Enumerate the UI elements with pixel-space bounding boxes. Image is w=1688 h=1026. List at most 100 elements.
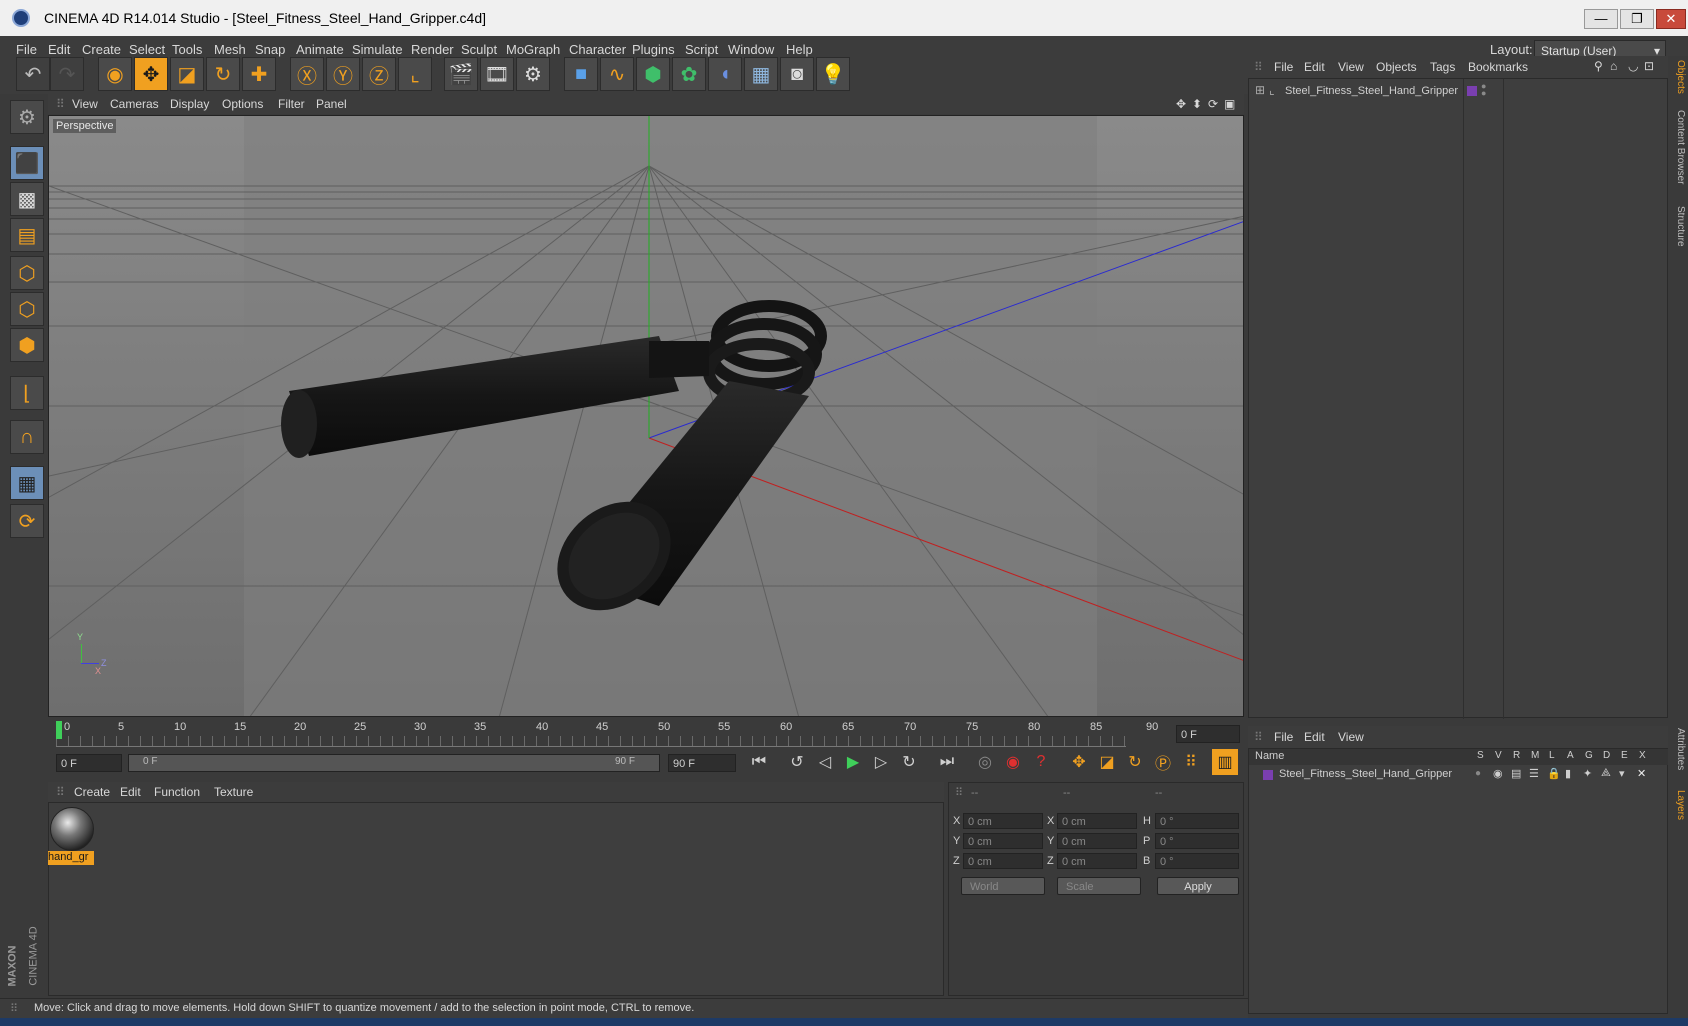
- viewport-menu-panel[interactable]: Panel: [316, 97, 347, 111]
- menu-edit[interactable]: Edit: [48, 42, 70, 57]
- viewport-rotate-icon[interactable]: ⟳: [1208, 97, 1218, 111]
- lock-icon[interactable]: 🔒: [1547, 767, 1561, 780]
- key-scale-icon[interactable]: ◪: [1094, 749, 1120, 775]
- workplane-lock-icon[interactable]: ▦: [10, 466, 44, 500]
- objects-menu-tags[interactable]: Tags: [1430, 60, 1455, 74]
- material-name-label[interactable]: hand_gr: [48, 851, 94, 865]
- objects-menu-file[interactable]: File: [1274, 60, 1293, 74]
- menu-window[interactable]: Window: [728, 42, 774, 57]
- menu-tools[interactable]: Tools: [172, 42, 202, 57]
- generator-toggle-icon[interactable]: ✦: [1583, 767, 1592, 780]
- layers-menu-view[interactable]: View: [1338, 730, 1364, 744]
- layer-row[interactable]: Steel_Fitness_Steel_Hand_Gripper ● ◉ ▤ ☰…: [1249, 767, 1669, 783]
- x-axis-lock-icon[interactable]: Ⓧ: [290, 57, 324, 91]
- snap-magnet-icon[interactable]: ∩: [10, 420, 44, 454]
- menu-animate[interactable]: Animate: [296, 42, 344, 57]
- frame-range-slider[interactable]: 0 F 90 F: [128, 754, 660, 772]
- menu-plugins[interactable]: Plugins: [632, 42, 675, 57]
- tab-structure[interactable]: Structure: [1670, 206, 1686, 247]
- menu-snap[interactable]: Snap: [255, 42, 285, 57]
- coordinate-mode-select[interactable]: World: [961, 877, 1045, 895]
- home-icon[interactable]: ⌂: [1610, 59, 1617, 73]
- expand-icon[interactable]: ⊞: [1255, 83, 1265, 97]
- solo-toggle-icon[interactable]: ●: [1475, 768, 1481, 779]
- material-menu-texture[interactable]: Texture: [214, 785, 253, 799]
- menu-sculpt[interactable]: Sculpt: [461, 42, 497, 57]
- live-selection-icon[interactable]: ◉: [98, 57, 132, 91]
- play-icon[interactable]: ▶: [840, 749, 866, 775]
- pos-y-field[interactable]: 0 cm: [963, 833, 1043, 849]
- rot-h-field[interactable]: 0 °: [1155, 813, 1239, 829]
- material-preview-ball[interactable]: [50, 807, 94, 851]
- next-keyframe-icon[interactable]: ↻: [896, 749, 922, 775]
- minimize-button[interactable]: —: [1584, 9, 1618, 29]
- menu-mograph[interactable]: MoGraph: [506, 42, 560, 57]
- rot-p-field[interactable]: 0 °: [1155, 833, 1239, 849]
- layer-color-swatch[interactable]: [1263, 770, 1273, 780]
- rot-b-field[interactable]: 0 °: [1155, 853, 1239, 869]
- layer-name[interactable]: Steel_Fitness_Steel_Hand_Gripper: [1279, 768, 1452, 780]
- visibility-dots-icon[interactable]: ● ●: [1481, 82, 1486, 98]
- record-keys-icon[interactable]: ◎: [972, 749, 998, 775]
- autokey-icon[interactable]: ◉: [1000, 749, 1026, 775]
- cube-object-icon[interactable]: ■: [564, 57, 598, 91]
- menu-simulate[interactable]: Simulate: [352, 42, 403, 57]
- polygons-mode-icon[interactable]: ⬢: [10, 328, 44, 362]
- menu-character[interactable]: Character: [569, 42, 626, 57]
- light-icon[interactable]: 💡: [816, 57, 850, 91]
- viewport-zoom-icon[interactable]: ⬍: [1192, 97, 1202, 111]
- pos-z-field[interactable]: 0 cm: [963, 853, 1043, 869]
- subdivision-surface-icon[interactable]: ⬢: [636, 57, 670, 91]
- objects-menu-view[interactable]: View: [1338, 60, 1364, 74]
- object-row[interactable]: ⊞ ⌞ Steel_Fitness_Steel_Hand_Gripper ● ●: [1253, 82, 1665, 101]
- key-parameter-icon[interactable]: Ⓟ: [1150, 749, 1176, 775]
- layers-menu-edit[interactable]: Edit: [1304, 730, 1325, 744]
- move-tool-icon[interactable]: ✥: [134, 57, 168, 91]
- layers-menu-file[interactable]: File: [1274, 730, 1293, 744]
- tab-objects[interactable]: Objects: [1670, 60, 1686, 94]
- collapse-icon[interactable]: ◡: [1628, 59, 1638, 73]
- objects-menu-edit[interactable]: Edit: [1304, 60, 1325, 74]
- rotate-tool-icon[interactable]: ↻: [206, 57, 240, 91]
- timeline-ruler[interactable]: 0 5 10 15 20 25 30 35 40 45 50 55 60 65 …: [48, 719, 1244, 749]
- key-rotation-icon[interactable]: ↻: [1122, 749, 1148, 775]
- layer-color-swatch[interactable]: [1467, 86, 1477, 96]
- render-view-icon[interactable]: 🎬: [444, 57, 478, 91]
- animation-toggle-icon[interactable]: ▮: [1565, 767, 1571, 780]
- points-mode-icon[interactable]: ⬡: [10, 256, 44, 290]
- scale-tool-icon[interactable]: ◪: [170, 57, 204, 91]
- tab-layers[interactable]: Layers: [1670, 790, 1686, 820]
- floor-scene-icon[interactable]: ▦: [744, 57, 778, 91]
- workplane-mode-icon[interactable]: ▤: [10, 218, 44, 252]
- z-axis-lock-icon[interactable]: Ⓩ: [362, 57, 396, 91]
- viewport-menu-options[interactable]: Options: [222, 97, 263, 111]
- close-button[interactable]: ✕: [1656, 9, 1686, 29]
- viewport-menu-filter[interactable]: Filter: [278, 97, 305, 111]
- menu-mesh[interactable]: Mesh: [214, 42, 246, 57]
- undo-icon[interactable]: ↶: [16, 57, 50, 91]
- redo-icon[interactable]: ↷: [50, 57, 84, 91]
- menu-create[interactable]: Create: [82, 42, 121, 57]
- recent-tool-icon[interactable]: ✚: [242, 57, 276, 91]
- camera-icon[interactable]: ◙: [780, 57, 814, 91]
- perspective-viewport[interactable]: Perspective Y X Z: [48, 115, 1244, 717]
- viewport-menu-view[interactable]: View: [72, 97, 98, 111]
- previous-keyframe-icon[interactable]: ↺: [784, 749, 810, 775]
- search-icon[interactable]: ⚲: [1594, 59, 1603, 73]
- viewport-move-icon[interactable]: ✥: [1176, 97, 1186, 111]
- material-menu-create[interactable]: Create: [74, 785, 110, 799]
- keyframe-selection-icon[interactable]: ?: [1028, 749, 1054, 775]
- apply-button[interactable]: Apply: [1157, 877, 1239, 895]
- go-to-start-icon[interactable]: ⏮: [746, 749, 772, 775]
- playhead-marker[interactable]: [56, 721, 62, 739]
- coordinate-system-icon[interactable]: ⌞: [398, 57, 432, 91]
- y-axis-lock-icon[interactable]: Ⓨ: [326, 57, 360, 91]
- go-to-end-icon[interactable]: ⏭: [934, 749, 960, 775]
- menu-file[interactable]: File: [16, 42, 37, 57]
- key-pla-icon[interactable]: ⠿: [1178, 749, 1204, 775]
- viewport-menu-cameras[interactable]: Cameras: [110, 97, 159, 111]
- render-picture-viewer-icon[interactable]: 🎞: [480, 57, 514, 91]
- objects-menu-bookmarks[interactable]: Bookmarks: [1468, 60, 1528, 74]
- texture-mode-icon[interactable]: ▩: [10, 182, 44, 216]
- spline-pen-icon[interactable]: ∿: [600, 57, 634, 91]
